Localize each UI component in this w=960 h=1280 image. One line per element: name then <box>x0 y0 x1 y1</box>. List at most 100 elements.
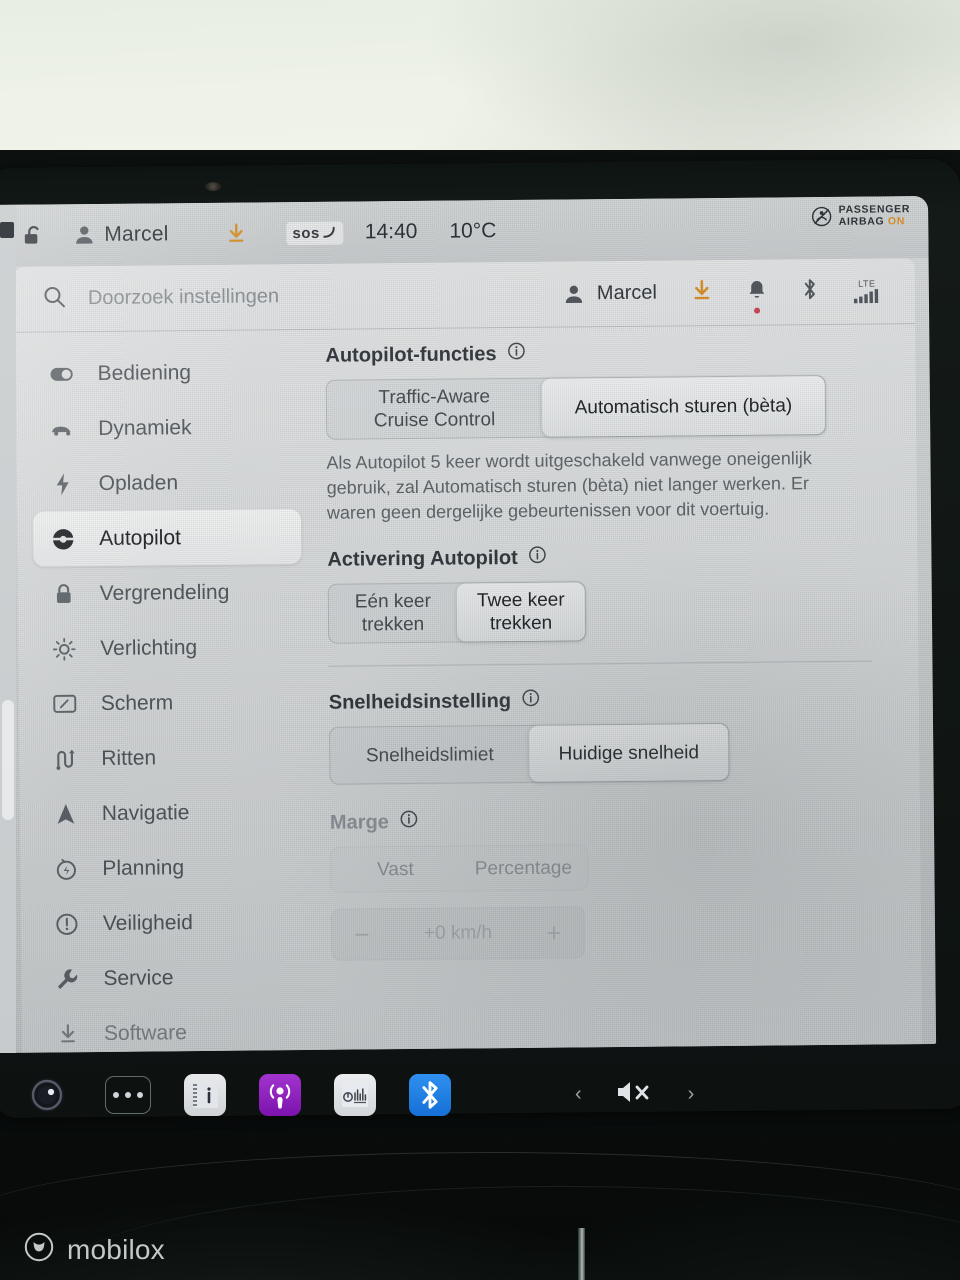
autopilot-activation-segmented-control[interactable]: Eén keer trekken Twee keer trekken <box>327 581 587 644</box>
sidebar-item-autopilot[interactable]: Autopilot <box>32 509 302 567</box>
sidebar-item-label: Planning <box>102 855 185 880</box>
taskbar-media-controls: ‹ › <box>575 1078 694 1111</box>
autopilot-features-segmented-control[interactable]: Traffic-Aware Cruise Control Automatisch… <box>325 375 827 440</box>
person-icon[interactable] <box>74 224 94 246</box>
info-icon[interactable] <box>529 546 547 570</box>
sidebar-item-opladen[interactable]: Opladen <box>32 454 301 512</box>
unlock-icon[interactable] <box>22 224 48 246</box>
dot <box>137 1092 143 1098</box>
search-input[interactable] <box>87 282 563 311</box>
bottom-taskbar: ‹ › <box>0 1056 960 1152</box>
sidebar-item-navigatie[interactable]: Navigatie <box>36 784 305 842</box>
sidebar-item-label: Opladen <box>98 470 179 495</box>
download-icon[interactable] <box>691 279 713 307</box>
settings-window: Marcel <box>14 258 923 1053</box>
status-bar: Marcel sos 14:40 10°C <box>0 196 929 267</box>
bluetooth-icon[interactable] <box>801 277 819 306</box>
sidebar-item-label: Scherm <box>100 690 174 715</box>
option-line-2: trekken <box>361 613 425 636</box>
notification-dot <box>754 307 761 314</box>
sidebar-item-vergrendeling[interactable]: Vergrendeling <box>33 564 302 622</box>
toggle-icon <box>50 366 74 382</box>
sidebar-item-scherm[interactable]: Scherm <box>35 674 304 732</box>
sidebar-item-ritten[interactable]: Ritten <box>35 729 304 787</box>
option-percentage[interactable]: Percentage <box>459 845 587 890</box>
bell-icon <box>749 280 765 298</box>
margin-title: Marge <box>329 810 389 834</box>
owners-manual-icon[interactable] <box>184 1074 226 1116</box>
previous-track-button[interactable]: ‹ <box>575 1083 582 1106</box>
wrench-icon <box>55 967 79 991</box>
option-line-1: Traffic-Aware <box>378 386 491 409</box>
speed-setting-segmented-control[interactable]: Snelheidslimiet Huidige snelheid <box>329 722 730 785</box>
option-automatisch-sturen[interactable]: Automatisch sturen (bèta) <box>541 376 826 437</box>
section-divider <box>328 660 873 667</box>
option-line-2: trekken <box>489 612 553 635</box>
sidebar-item-label: Ritten <box>101 745 157 770</box>
sidebar-item-label: Service <box>103 965 174 990</box>
sidebar-item-service[interactable]: Service <box>37 949 306 1007</box>
margin-decrease-button[interactable]: − <box>332 919 392 951</box>
lock-icon <box>52 582 76 606</box>
option-traffic-aware-cruise-control[interactable]: Traffic-Aware Cruise Control <box>327 379 542 439</box>
settings-search-row: Marcel <box>14 258 916 333</box>
lte-signal-icon[interactable]: LTE <box>853 278 881 304</box>
margin-segmented-control[interactable]: Vast Percentage <box>330 844 589 893</box>
sidebar-item-planning[interactable]: Planning <box>36 839 305 897</box>
outside-temperature[interactable]: 10°C <box>449 219 496 243</box>
sos-button[interactable]: sos <box>286 221 343 245</box>
sidebar-item-label: Software <box>103 1020 187 1045</box>
option-huidige-snelheid[interactable]: Huidige snelheid <box>529 723 729 782</box>
person-icon <box>565 285 583 303</box>
info-icon[interactable] <box>400 810 418 834</box>
sidebar-item-label: Dynamiek <box>98 415 192 440</box>
center-touchscreen: Marcel sos 14:40 10°C PASSENGER AIRBAG O… <box>0 196 937 1053</box>
margin-increase-button[interactable]: + <box>524 917 584 949</box>
alert-circle-icon <box>55 912 79 936</box>
option-vast[interactable]: Vast <box>331 847 459 892</box>
info-icon[interactable] <box>522 689 540 713</box>
sidebar-item-verlichting[interactable]: Verlichting <box>34 619 303 677</box>
info-icon[interactable] <box>507 342 525 366</box>
next-track-button[interactable]: › <box>688 1083 695 1106</box>
margin-stepper[interactable]: − +0 km/h + <box>330 906 586 961</box>
sidebar-item-bediening[interactable]: Bediening <box>31 344 300 402</box>
sidebar-item-veiligheid[interactable]: Veiligheid <box>37 894 306 952</box>
driver-name[interactable]: Marcel <box>104 222 168 247</box>
navigation-arrow-icon <box>54 802 78 826</box>
sidebar-item-dynamiek[interactable]: Dynamiek <box>32 399 301 457</box>
autopilot-features-help-text: Als Autopilot 5 keer wordt uitgeschakeld… <box>326 448 812 523</box>
sidebar-item-label: Navigatie <box>101 800 190 825</box>
settings-content: Autopilot-functies Traffic-Aware Cruise … <box>315 324 922 1050</box>
mobilox-wordmark: mobilox <box>67 1233 165 1265</box>
option-twee-keer-trekken[interactable]: Twee keer trekken <box>456 582 586 642</box>
bluetooth-icon[interactable] <box>409 1074 451 1116</box>
sun-icon <box>52 637 76 661</box>
notifications-button[interactable] <box>747 278 767 314</box>
autopilot-features-title: Autopilot-functies <box>325 342 497 367</box>
clock-time[interactable]: 14:40 <box>365 220 418 245</box>
display-left-partial-control[interactable] <box>2 700 14 820</box>
margin-title-row: Marge <box>330 806 874 835</box>
margin-value: +0 km/h <box>423 922 493 944</box>
option-een-keer-trekken[interactable]: Eén keer trekken <box>329 584 458 643</box>
volume-muted-icon[interactable] <box>614 1078 656 1111</box>
mobilox-watermark: mobilox <box>24 1232 165 1267</box>
radio-tuner-icon[interactable] <box>334 1074 376 1116</box>
more-dots-icon[interactable] <box>105 1076 151 1114</box>
download-icon[interactable] <box>226 223 246 245</box>
option-snelheidslimiet[interactable]: Snelheidslimiet <box>330 726 530 784</box>
profile-button[interactable]: Marcel <box>563 282 657 306</box>
airbag-state: ON <box>887 215 906 228</box>
autopilot-activation-title-row: Activering Autopilot <box>327 543 871 572</box>
camera-icon[interactable] <box>22 1070 72 1120</box>
dot <box>125 1092 131 1098</box>
dot <box>113 1092 119 1098</box>
passenger-airbag-indicator: PASSENGER AIRBAG ON <box>811 203 911 228</box>
taskbar-apps <box>22 1070 451 1120</box>
download-icon <box>56 1023 80 1045</box>
bolt-icon <box>51 472 75 496</box>
podcast-icon[interactable] <box>259 1074 301 1116</box>
cabin-camera-icon <box>205 182 221 191</box>
sidebar-item-software[interactable]: Software <box>38 1004 307 1053</box>
